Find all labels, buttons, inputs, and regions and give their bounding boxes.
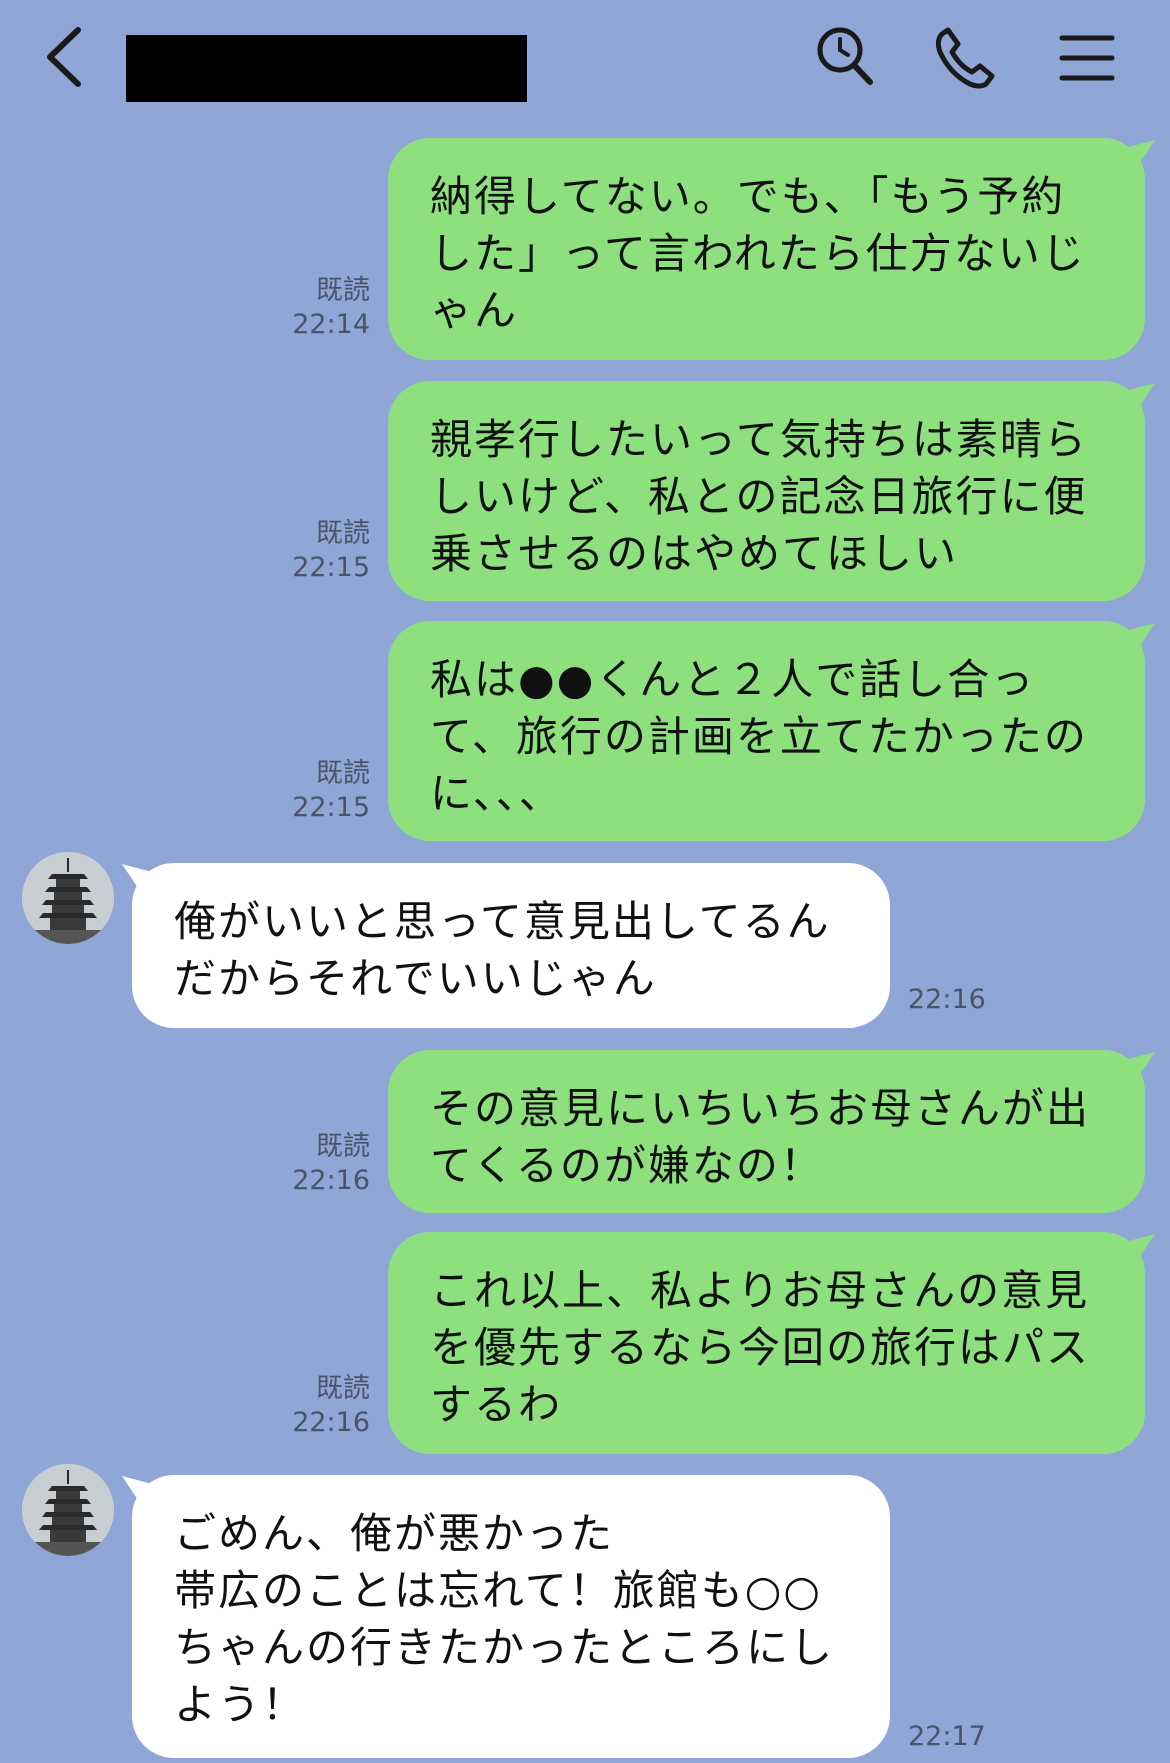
message-meta: 22:17	[908, 1720, 1008, 1754]
message-time: 22:16	[292, 1407, 370, 1438]
search-icon	[817, 27, 873, 85]
message-meta: 既読 22:14	[250, 274, 370, 342]
message-time: 22:15	[292, 792, 370, 823]
bubble-tail	[1125, 140, 1155, 170]
bubble-tail	[1125, 1234, 1155, 1264]
message-bubble[interactable]: 俺がいいと思って意見出してるん だからそれでいいじゃん	[132, 863, 890, 1028]
message-bubble[interactable]: その意見にいちいちお母さんが出 てくるのが嫌なの！	[388, 1050, 1145, 1213]
avatar[interactable]	[22, 1464, 114, 1556]
chevron-left-icon	[47, 27, 81, 87]
message-bubble[interactable]: 私は●●くんと２人で話し合っ て、旅行の計画を立てたかったの に、、、	[388, 621, 1145, 841]
message-meta: 既読 22:15	[250, 757, 370, 825]
call-button[interactable]	[930, 22, 1000, 92]
phone-icon	[935, 27, 995, 89]
read-receipt: 既読	[316, 1131, 370, 1162]
message-meta: 既読 22:15	[250, 517, 370, 585]
message-bubble[interactable]: これ以上、私よりお母さんの意見 を優先するなら今回の旅行はパス するわ	[388, 1232, 1145, 1454]
message-time: 22:15	[292, 552, 370, 583]
message-bubble[interactable]: ごめん、俺が悪かった 帯広のことは忘れて！旅館も○○ ちゃんの行きたかったところ…	[132, 1475, 890, 1758]
search-button[interactable]	[810, 22, 880, 92]
bubble-tail	[1125, 623, 1155, 653]
menu-button[interactable]	[1050, 22, 1120, 92]
message-bubble[interactable]: 納得してない。でも、「もう予約 した」って言われたら仕方ないじ ゃん	[388, 138, 1145, 360]
read-receipt: 既読	[316, 758, 370, 789]
bubble-tail	[1125, 1052, 1155, 1082]
message-time: 22:16	[908, 984, 986, 1015]
pagoda-avatar-image	[22, 1464, 114, 1556]
message-time: 22:17	[908, 1721, 986, 1752]
contact-name-redacted	[126, 35, 527, 102]
message-meta: 22:16	[908, 983, 1008, 1017]
message-time: 22:14	[292, 309, 370, 340]
bubble-tail	[122, 864, 152, 894]
read-receipt: 既読	[316, 518, 370, 549]
message-meta: 既読 22:16	[250, 1372, 370, 1440]
read-receipt: 既読	[316, 1373, 370, 1404]
avatar[interactable]	[22, 852, 114, 944]
message-time: 22:16	[292, 1165, 370, 1196]
message-bubble[interactable]: 親孝行したいって気持ちは素晴ら しいけど、私との記念日旅行に便 乗させるのはやめ…	[388, 381, 1145, 601]
bubble-tail	[1125, 383, 1155, 413]
pagoda-avatar-image	[22, 852, 114, 944]
read-receipt: 既読	[316, 275, 370, 306]
chat-header	[0, 0, 1170, 118]
message-meta: 既読 22:16	[250, 1130, 370, 1198]
bubble-tail	[122, 1476, 152, 1506]
back-button[interactable]	[40, 22, 100, 92]
menu-icon	[1059, 35, 1115, 81]
